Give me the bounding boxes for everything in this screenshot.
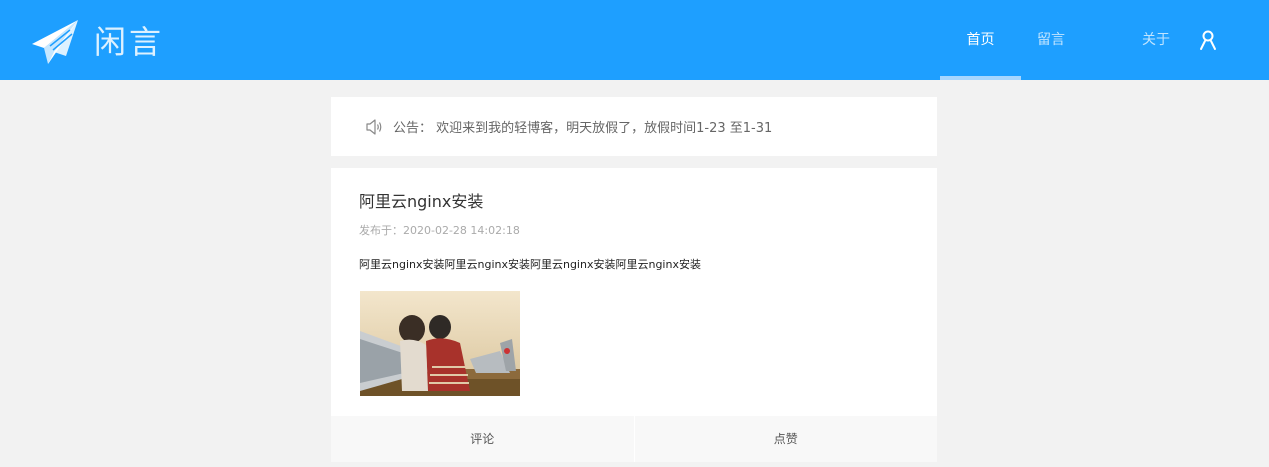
article-card: 阿里云nginx安装 发布于：2020-02-28 14:02:18 阿里云ng… [331,168,937,462]
article-photo [360,291,520,396]
user-icon[interactable] [1196,28,1220,52]
announcement-bar: 公告： 欢迎来到我的轻博客，明天放假了，放假时间1-23 至1-31 [331,97,937,156]
article-date: 发布于：2020-02-28 14:02:18 [359,224,520,237]
article-actions: 评论 点赞 [331,416,937,462]
site-title: 闲言 [94,23,165,61]
comment-button[interactable]: 评论 [331,416,634,462]
nav-item-about[interactable]: 关于 [1126,0,1186,80]
paper-plane-icon [32,20,78,64]
top-header: 闲言 首页 留言 关于 [0,0,1269,80]
article-image[interactable] [360,291,520,396]
speaker-icon [366,118,382,135]
site-logo[interactable]: 闲言 [30,18,164,66]
nav-item-message[interactable]: 留言 [1021,0,1081,80]
article-title[interactable]: 阿里云nginx安装 [359,188,483,212]
article-excerpt: 阿里云nginx安装阿里云nginx安装阿里云nginx安装阿里云nginx安装 [359,258,701,271]
nav-item-home[interactable]: 首页 [940,0,1021,80]
like-button[interactable]: 点赞 [633,416,938,462]
announcement-text: 公告： 欢迎来到我的轻博客，明天放假了，放假时间1-23 至1-31 [393,121,773,136]
